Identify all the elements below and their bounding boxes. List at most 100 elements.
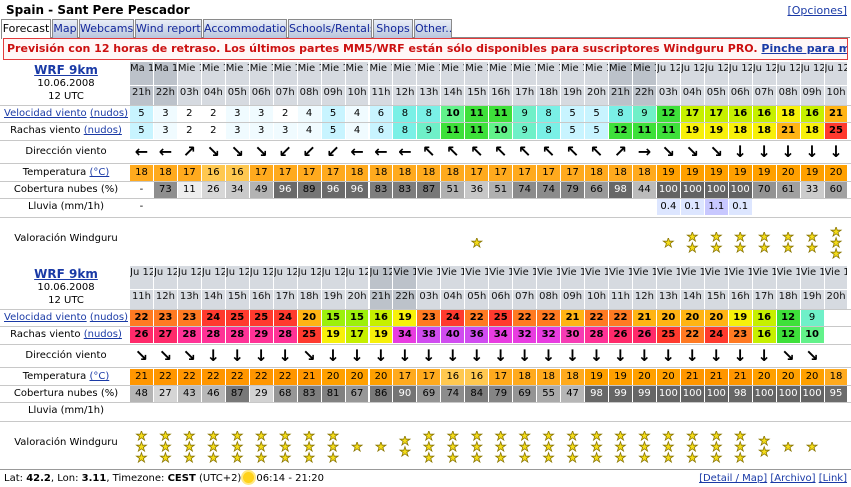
tab-schools-rentals[interactable]: Schools/Rentals — [288, 19, 372, 38]
hour-label: 17h — [273, 290, 297, 304]
gust-cell: 3 — [153, 123, 177, 139]
gust-cell: 2 — [177, 123, 201, 139]
wind-direction-arrow-icon: ↓ — [829, 142, 843, 161]
temperature-cell: 17 — [537, 165, 561, 181]
tab-accommodation[interactable]: Accommodation — [203, 19, 287, 38]
tab-map[interactable]: Map — [52, 19, 78, 38]
model-link[interactable]: WRF 9km — [4, 64, 128, 77]
star-icon: ★ — [542, 450, 555, 466]
rating-stars: ★ ★ — [753, 232, 776, 256]
day-label: Mie 11. — [465, 62, 489, 86]
wind-speed-cell: 25 — [489, 310, 513, 326]
wind-speed-label-link[interactable]: Velocidad viento — [4, 312, 87, 323]
hour-label: 20h — [824, 290, 848, 304]
hour-label: 08h — [537, 290, 561, 304]
wind-speed-label-units-link[interactable]: (nudos) — [90, 108, 128, 119]
star-icon: ★ — [303, 450, 315, 466]
day-label: Ju 12. — [345, 266, 369, 290]
wind-speed-cell: 16 — [728, 106, 752, 122]
time-column-header: Mie 11.03h — [177, 62, 201, 106]
model-link[interactable]: WRF 9km — [4, 268, 128, 281]
time-column-header: Mie 11.17h — [513, 62, 537, 106]
gusts-units-link[interactable]: (nudos) — [84, 125, 122, 136]
cloud-cover-cell: 83 — [369, 182, 393, 198]
rain-cell: 1.1 — [704, 199, 728, 215]
notice-link[interactable]: Pinche para más información. — [761, 42, 847, 55]
star-icon: ★ — [423, 450, 435, 466]
cloud-cover-cell: 34 — [225, 182, 249, 198]
hour-label: 14h — [441, 86, 465, 100]
hour-label: 10h — [585, 290, 608, 304]
wind-direction-arrow-icon: ↘ — [158, 346, 173, 365]
footer-link-0[interactable]: [Detail / Map] — [699, 473, 767, 484]
tab-forecast[interactable]: Forecast — [1, 19, 51, 39]
footer-link-2[interactable]: [Link] — [819, 473, 847, 484]
temperature-cell: 17 — [561, 165, 585, 181]
temperature-units-link[interactable]: (°C) — [89, 167, 109, 178]
gust-cell: 5 — [561, 123, 585, 139]
row-separator — [0, 140, 851, 141]
star-icon: ★ — [566, 450, 579, 466]
star-icon: ★ — [758, 445, 770, 460]
day-label: Ju 12. — [297, 266, 321, 290]
gusts-label-text: Rachas viento — [10, 329, 81, 340]
wind-direction-arrow-icon: ↓ — [517, 346, 532, 365]
wind-direction-arrow-icon: ↓ — [374, 346, 388, 365]
tab-shops[interactable]: Shops — [373, 19, 413, 38]
tab-wind-reports[interactable]: Wind reports — [135, 19, 202, 38]
day-label: Ju 12. — [776, 62, 800, 86]
cloud-cover-cell: 48 — [130, 386, 153, 402]
rain-label-text: Lluvia (mm/1h) — [27, 201, 105, 212]
day-label: Vie 13. — [585, 266, 608, 290]
opciones-link[interactable]: [Opciones] — [787, 4, 847, 17]
gust-cell: 18 — [800, 123, 824, 139]
cloud-cover-cell: 84 — [465, 386, 489, 402]
temperature-units-link[interactable]: (°C) — [89, 371, 109, 382]
day-label: Mie 11. — [609, 62, 632, 86]
gust-cell: 34 — [489, 327, 513, 343]
gusts-units-link[interactable]: (nudos) — [84, 329, 122, 340]
star-icon: ★ — [782, 441, 794, 455]
wind-direction-arrow-icon: ↓ — [446, 346, 460, 365]
direction-label-text: Dirección viento — [25, 350, 107, 361]
gust-cell: 3 — [225, 123, 249, 139]
day-label: Vie 13. — [489, 266, 513, 290]
tab-webcams[interactable]: Webcams — [79, 19, 134, 38]
rating-stars: ★ ★ ★ — [513, 431, 536, 466]
time-column-header: Vie 13.17h — [752, 266, 776, 310]
day-label: Mie 11. — [585, 62, 608, 86]
spot-title: Spain - Sant Pere Pescador — [6, 3, 190, 17]
cloud-cover-cell: 26 — [201, 182, 225, 198]
wind-direction-arrow-icon: ↙ — [278, 142, 292, 161]
gust-cell: 11 — [632, 123, 656, 139]
wind-speed-label-units-link[interactable]: (nudos) — [90, 312, 128, 323]
rating-stars: ★ ★ ★ — [657, 431, 680, 466]
wind-speed-cell: 9 — [632, 106, 656, 122]
temperature-cell: 22 — [225, 369, 249, 385]
hour-label: 12h — [153, 290, 177, 304]
gust-cell: 19 — [680, 123, 704, 139]
star-icon: ★ — [183, 450, 196, 466]
hour-label: 14h — [201, 290, 225, 304]
day-label: Vie 13. — [513, 266, 537, 290]
wind-direction-arrow-icon: ← — [134, 142, 149, 161]
wind-speed-cell: 16 — [369, 310, 393, 326]
star-icon: ★ — [758, 241, 770, 256]
model-utc: 12 UTC — [48, 295, 84, 306]
row-separator — [0, 181, 851, 182]
cloud-cover-cell: 70 — [752, 182, 776, 198]
wind-direction-arrow-icon: ↙ — [302, 142, 316, 161]
tab-other-[interactable]: Other... — [414, 19, 452, 38]
wind-speed-cell: 2 — [273, 106, 297, 122]
gust-cell: 22 — [680, 327, 704, 343]
hour-label: 09h — [321, 86, 345, 100]
time-column-header: Ju 12.04h — [680, 62, 704, 106]
temperature-cell: 19 — [656, 165, 680, 181]
temperature-cell: 18 — [369, 165, 393, 181]
wind-direction-arrow-icon: ↓ — [757, 142, 771, 161]
cloud-cover-cell: 74 — [513, 182, 537, 198]
wind-speed-cell: 17 — [704, 106, 728, 122]
footer-link-1[interactable]: [Archivo] — [770, 473, 815, 484]
wind-speed-label-link[interactable]: Velocidad viento — [4, 108, 87, 119]
row-separator — [0, 344, 851, 345]
